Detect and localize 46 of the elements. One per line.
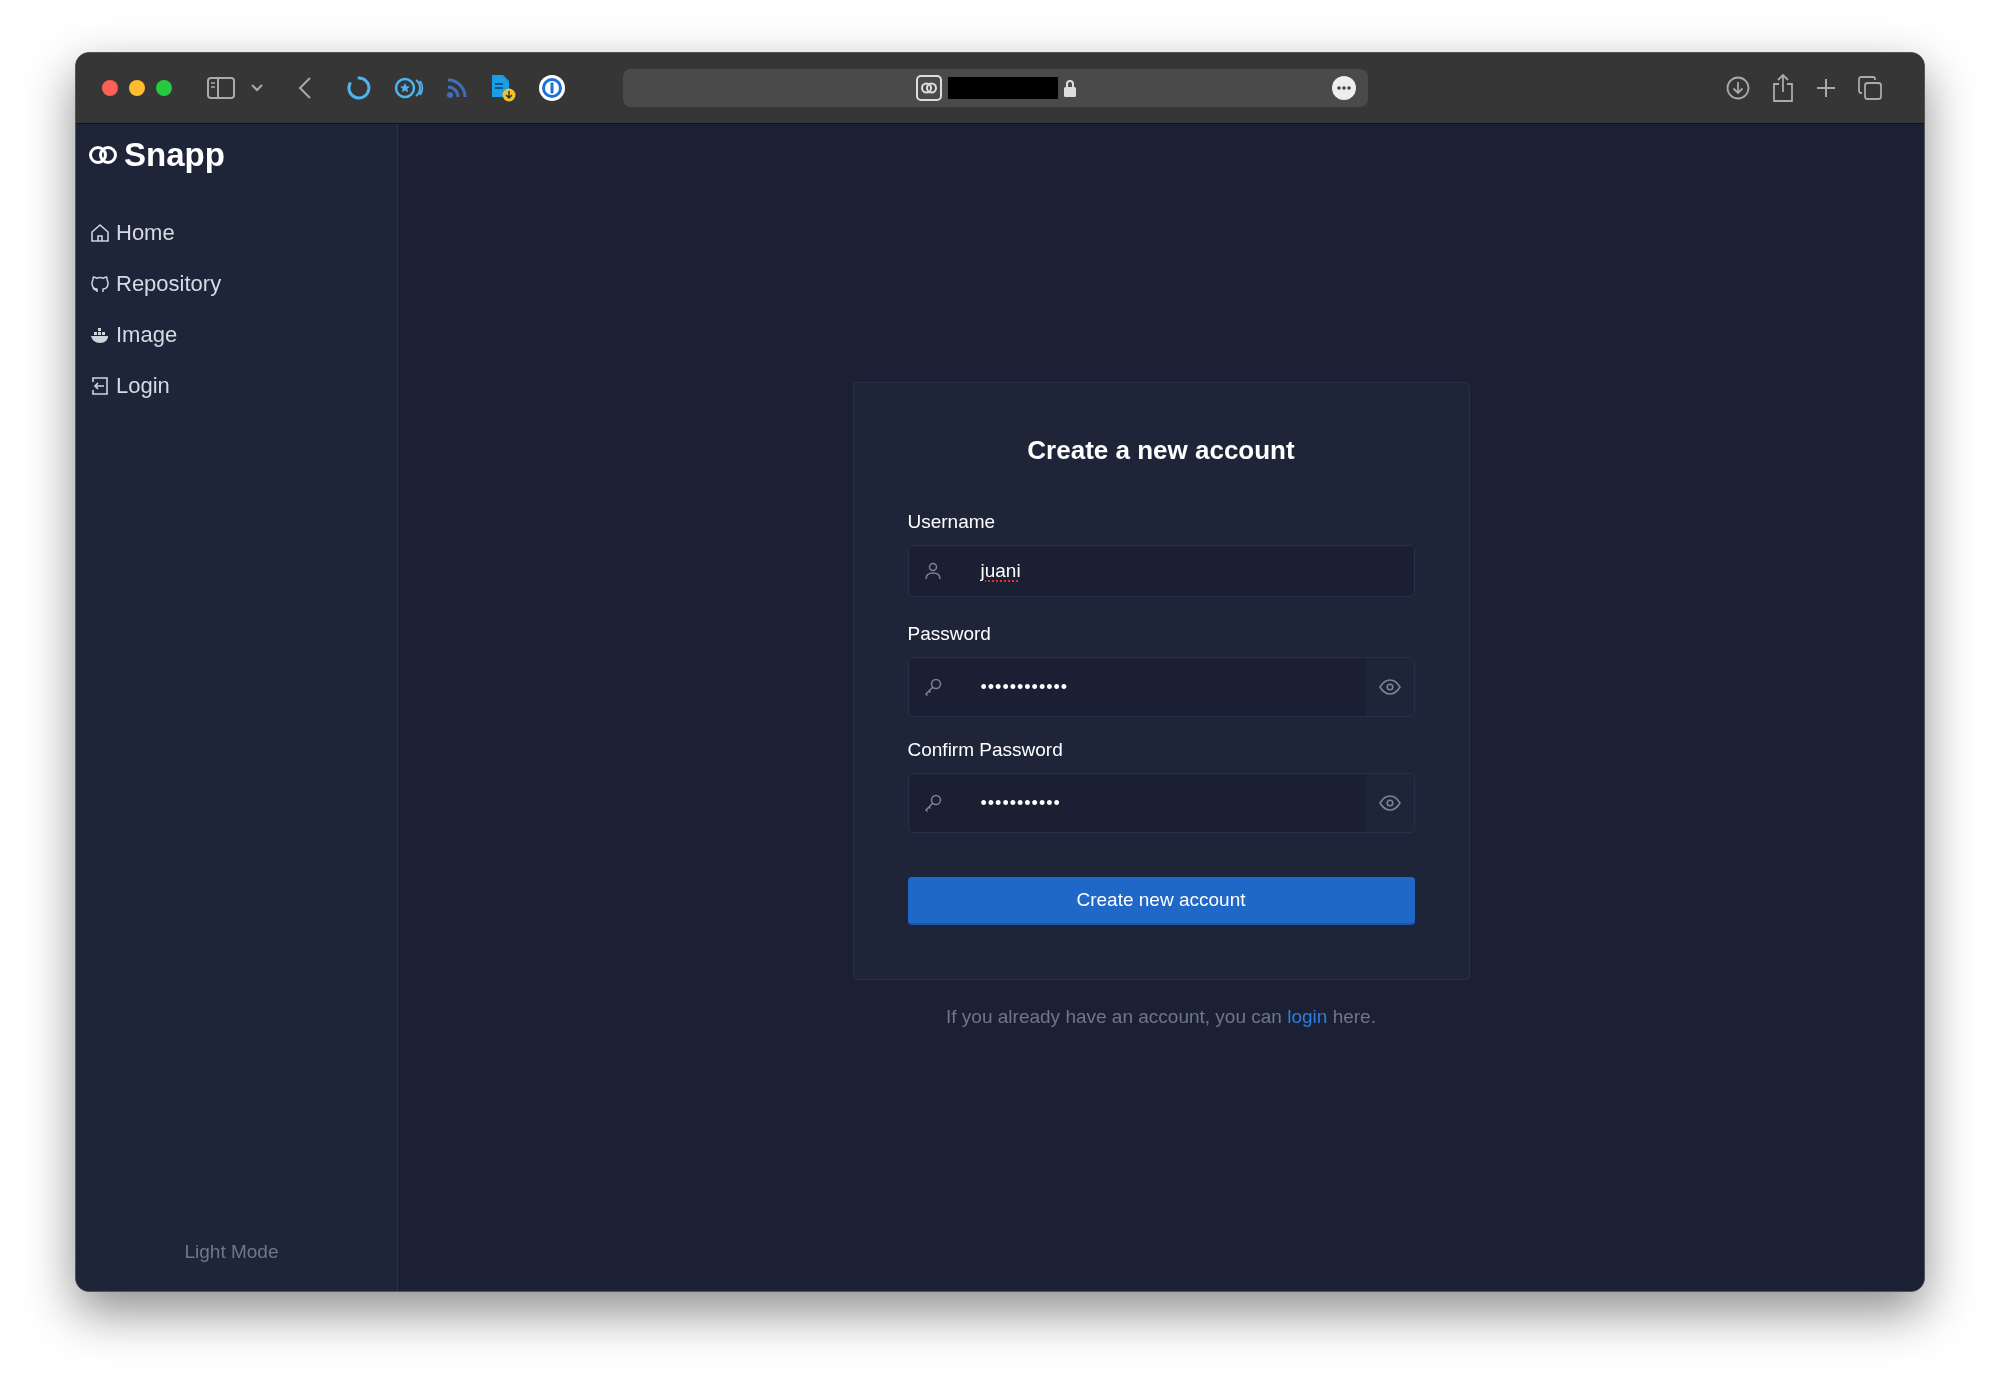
spinner-icon[interactable] xyxy=(346,75,372,101)
keyhole-circle-icon[interactable] xyxy=(538,74,566,102)
field-label: Password xyxy=(907,623,992,645)
login-prompt: If you already have an account, you can login here. xyxy=(946,1006,1376,1028)
logo-icon xyxy=(88,145,118,165)
create-account-button[interactable]: Create new account xyxy=(907,877,1415,925)
plus-icon[interactable] xyxy=(1816,78,1836,98)
close-icon[interactable] xyxy=(102,80,118,96)
more-icon[interactable] xyxy=(1332,76,1356,100)
password-field[interactable]: •••••••••••• xyxy=(907,657,1415,717)
star-badge-icon[interactable] xyxy=(394,76,424,100)
login-link[interactable]: login xyxy=(1287,1006,1328,1027)
field-label: Confirm Password xyxy=(907,739,1064,761)
key-icon xyxy=(922,677,943,697)
nav-link[interactable]: Home xyxy=(88,220,385,246)
eye-icon xyxy=(1379,795,1401,811)
address-bar[interactable] xyxy=(623,69,1368,107)
eye-icon xyxy=(1379,679,1401,695)
download-icon[interactable] xyxy=(1726,76,1750,100)
nav-link[interactable]: Image xyxy=(88,322,385,348)
github-icon xyxy=(90,274,110,294)
chevron-down-icon[interactable] xyxy=(251,84,263,92)
lock-icon xyxy=(1063,79,1076,97)
sidebar-icon[interactable] xyxy=(207,77,235,99)
whale-icon xyxy=(90,325,110,345)
field-label: Username xyxy=(907,511,997,533)
nav-link[interactable]: Repository xyxy=(88,271,385,297)
tabs-icon[interactable] xyxy=(1858,76,1882,100)
rss-icon[interactable] xyxy=(446,77,468,99)
user-icon xyxy=(922,561,943,581)
show-password-button[interactable] xyxy=(1365,774,1414,832)
back-icon[interactable] xyxy=(298,77,312,99)
login-icon xyxy=(90,376,110,396)
zoom-icon[interactable] xyxy=(156,80,172,96)
nav-link[interactable]: Login xyxy=(88,373,385,399)
document-download-icon[interactable] xyxy=(490,74,516,102)
site-icon xyxy=(915,75,942,101)
username-field[interactable]: juani xyxy=(907,545,1415,597)
show-password-button[interactable] xyxy=(1365,658,1414,716)
form-title: Create a new account xyxy=(1026,435,1296,466)
password-field[interactable]: ••••••••••• xyxy=(907,773,1415,833)
minimize-icon[interactable] xyxy=(129,80,145,96)
share-icon[interactable] xyxy=(1772,74,1794,102)
key-icon xyxy=(922,793,943,813)
app-name: Snapp xyxy=(124,136,225,174)
home-icon xyxy=(90,223,110,243)
